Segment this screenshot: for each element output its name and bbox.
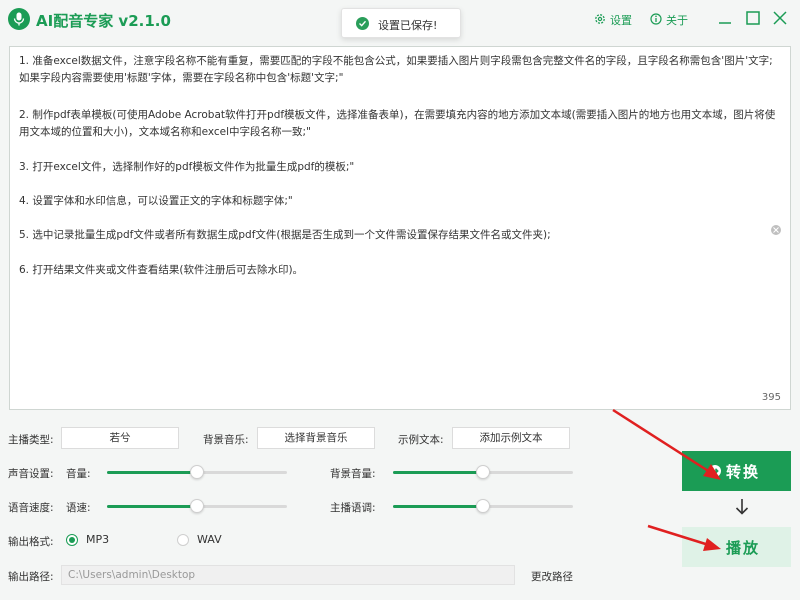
volume-fill bbox=[107, 471, 197, 474]
speed-slider[interactable] bbox=[107, 499, 287, 513]
output-path-label: 输出路径: bbox=[8, 571, 54, 583]
settings-label: 设置 bbox=[610, 14, 632, 27]
editor-line: 1. 准备excel数据文件，注意字段名称不能有重复，需要匹配的字段不能包含公式… bbox=[19, 55, 773, 84]
convert-button[interactable]: 转换 bbox=[682, 451, 791, 491]
output-format-label: 输出格式: bbox=[8, 536, 54, 548]
bg-volume-label: 背景音量: bbox=[330, 468, 376, 480]
sample-text-label: 示例文本: bbox=[398, 434, 444, 446]
wav-option-label: WAV bbox=[197, 533, 222, 546]
add-sample-text-button[interactable]: 添加示例文本 bbox=[452, 427, 570, 449]
convert-icon bbox=[709, 465, 721, 477]
info-icon bbox=[650, 13, 662, 25]
editor-line: 3. 打开excel文件，选择制作好的pdf模板文件作为批量生成pdf的模板;" bbox=[19, 161, 355, 173]
editor-line: 4. 设置字体和水印信息，可以设置正文的字体和标题字体;" bbox=[19, 195, 293, 207]
app-title: AI配音专家 v2.1.0 bbox=[36, 12, 171, 30]
volume-slider-handle[interactable] bbox=[190, 465, 204, 479]
close-icon[interactable] bbox=[773, 11, 787, 25]
wav-radio[interactable] bbox=[177, 534, 189, 546]
pitch-slider-handle[interactable] bbox=[476, 499, 490, 513]
pitch-fill bbox=[393, 505, 483, 508]
speed-fill bbox=[107, 505, 197, 508]
check-circle-icon bbox=[356, 17, 369, 30]
about-label: 关于 bbox=[666, 14, 688, 27]
choose-bg-music-button[interactable]: 选择背景音乐 bbox=[257, 427, 375, 449]
play-label: 播放 bbox=[726, 539, 761, 557]
volume-slider[interactable] bbox=[107, 465, 287, 479]
mp3-radio[interactable] bbox=[66, 534, 78, 546]
pitch-label: 主播语调: bbox=[330, 502, 376, 514]
play-button[interactable]: 播放 bbox=[682, 527, 791, 567]
pitch-slider[interactable] bbox=[393, 499, 573, 513]
speed-slider-handle[interactable] bbox=[190, 499, 204, 513]
editor-line: 2. 制作pdf表单模板(可使用Adobe Acrobat软件打开pdf模板文件… bbox=[19, 109, 776, 138]
maximize-icon[interactable] bbox=[746, 11, 760, 25]
clear-text-icon[interactable] bbox=[771, 225, 781, 235]
character-count: 395 bbox=[761, 392, 781, 403]
anchor-type-label: 主播类型: bbox=[8, 434, 54, 446]
bg-volume-slider[interactable] bbox=[393, 465, 573, 479]
voice-settings-label: 声音设置: bbox=[8, 468, 54, 480]
bg-volume-fill bbox=[393, 471, 483, 474]
arrow-down-icon bbox=[735, 499, 749, 515]
microphone-logo-icon bbox=[8, 8, 30, 30]
volume-label: 音量: bbox=[66, 468, 91, 480]
text-editor[interactable]: 1. 准备excel数据文件，注意字段名称不能有重复，需要匹配的字段不能包含公式… bbox=[9, 46, 791, 410]
anchor-type-select[interactable]: 若兮 bbox=[61, 427, 179, 449]
editor-line: 6. 打开结果文件夹或文件查看结果(软件注册后可去除水印)。 bbox=[19, 264, 304, 276]
mp3-option-label: MP3 bbox=[86, 533, 110, 546]
toast-message: 设置已保存! bbox=[378, 19, 438, 32]
change-path-link[interactable]: 更改路径 bbox=[531, 569, 573, 584]
speed-sub-label: 语速: bbox=[66, 502, 91, 514]
bg-music-label: 背景音乐: bbox=[203, 434, 249, 446]
output-path-field[interactable]: C:\Users\admin\Desktop bbox=[61, 565, 515, 585]
minimize-icon[interactable] bbox=[718, 11, 732, 25]
gear-icon bbox=[595, 14, 605, 24]
bg-volume-slider-handle[interactable] bbox=[476, 465, 490, 479]
speech-speed-label: 语音速度: bbox=[8, 502, 54, 514]
saved-toast: 设置已保存! bbox=[341, 8, 461, 38]
convert-label: 转换 bbox=[726, 463, 761, 481]
editor-line: 5. 选中记录批量生成pdf文件或者所有数据生成pdf文件(根据是否生成到一个文… bbox=[19, 229, 551, 241]
